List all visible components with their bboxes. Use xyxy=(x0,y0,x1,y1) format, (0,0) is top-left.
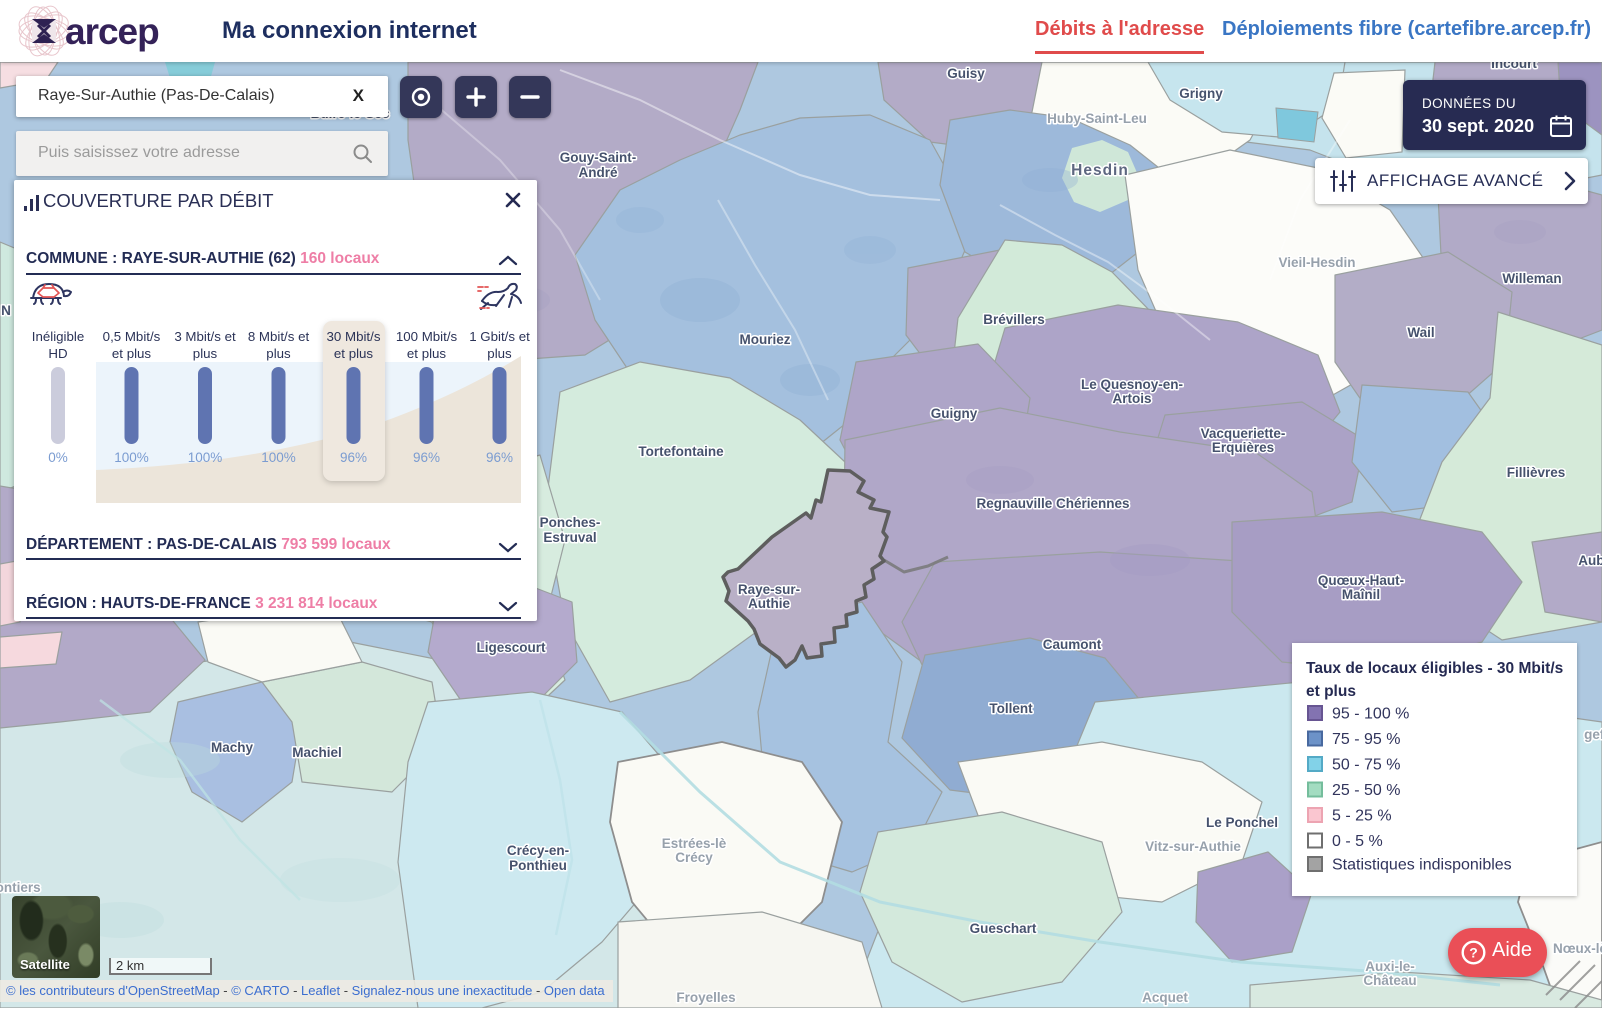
svg-text:Acquet: Acquet xyxy=(1142,990,1188,1005)
svg-text:HD: HD xyxy=(48,346,67,361)
svg-text:Machiel: Machiel xyxy=(292,745,342,760)
svg-text:Ligescourt: Ligescourt xyxy=(476,640,546,655)
svg-text:30 Mbit/s: 30 Mbit/s xyxy=(327,329,381,344)
svg-text:André: André xyxy=(578,165,617,180)
svg-text:Aubr: Aubr xyxy=(1578,553,1602,568)
svg-text:100 Mbit/s: 100 Mbit/s xyxy=(396,329,458,344)
svg-text:Froyelles: Froyelles xyxy=(676,990,735,1005)
svg-text:75 - 95 %: 75 - 95 % xyxy=(1332,731,1400,748)
svg-text:Château: Château xyxy=(1363,973,1416,988)
svg-text:100%: 100% xyxy=(261,450,296,465)
svg-text:Nœux-lè: Nœux-lè xyxy=(1553,941,1602,956)
svg-text:0%: 0% xyxy=(48,450,68,465)
svg-text:Vacqueriette-: Vacqueriette- xyxy=(1201,426,1286,441)
svg-text:50 - 75 %: 50 - 75 % xyxy=(1332,757,1400,774)
svg-text:plus: plus xyxy=(487,346,512,361)
svg-text:Caumont: Caumont xyxy=(1043,637,1102,652)
svg-text:Vieil-Hesdin: Vieil-Hesdin xyxy=(1278,255,1355,270)
svg-text:plus: plus xyxy=(266,346,291,361)
svg-text:100%: 100% xyxy=(114,450,149,465)
svg-text:Artois: Artois xyxy=(1112,391,1151,406)
svg-text:et plus: et plus xyxy=(334,346,374,361)
svg-text:Guigny: Guigny xyxy=(931,406,978,421)
svg-text:100%: 100% xyxy=(188,450,223,465)
svg-text:Quœux-Haut-: Quœux-Haut- xyxy=(1318,573,1404,588)
svg-text:Crécy-en-: Crécy-en- xyxy=(507,843,569,858)
svg-text:Gouy-Saint-: Gouy-Saint- xyxy=(560,150,637,165)
svg-text:Guisy: Guisy xyxy=(947,66,985,81)
svg-text:0 - 5 %: 0 - 5 % xyxy=(1332,833,1383,850)
svg-text:25 - 50 %: 25 - 50 % xyxy=(1332,782,1400,799)
svg-text:Le Quesnoy-en-: Le Quesnoy-en- xyxy=(1081,377,1183,392)
svg-text:96%: 96% xyxy=(413,450,440,465)
svg-text:Maînil: Maînil xyxy=(1342,587,1380,602)
svg-text:3 Mbit/s et: 3 Mbit/s et xyxy=(174,329,236,344)
svg-text:96%: 96% xyxy=(486,450,513,465)
svg-text:5 - 25 %: 5 - 25 % xyxy=(1332,808,1392,825)
svg-text:96%: 96% xyxy=(340,450,367,465)
svg-text:Tollent: Tollent xyxy=(989,701,1033,716)
svg-text:Tortefontaine: Tortefontaine xyxy=(638,444,724,459)
svg-text:Ponthieu: Ponthieu xyxy=(509,858,567,873)
svg-text:Auxi-le-: Auxi-le- xyxy=(1365,959,1415,974)
svg-text:Crécy: Crécy xyxy=(675,850,713,865)
svg-text:Fillièvres: Fillièvres xyxy=(1507,465,1566,480)
svg-text:Raye-sur-: Raye-sur- xyxy=(738,582,800,597)
svg-text:95 - 100 %: 95 - 100 % xyxy=(1332,706,1409,723)
svg-text:0,5 Mbit/s: 0,5 Mbit/s xyxy=(103,329,161,344)
svg-text:Huby-Saint-Leu: Huby-Saint-Leu xyxy=(1047,111,1147,126)
svg-text:Wail: Wail xyxy=(1407,325,1434,340)
svg-text:Gueschart: Gueschart xyxy=(970,921,1037,936)
svg-text:t-Montiers: t-Montiers xyxy=(0,880,41,895)
svg-text:Estruval: Estruval xyxy=(543,530,596,545)
svg-text:8 Mbit/s et: 8 Mbit/s et xyxy=(248,329,310,344)
svg-text:?: ? xyxy=(1469,945,1478,961)
svg-text:Mouriez: Mouriez xyxy=(739,332,790,347)
svg-text:Regnauville Chériennes: Regnauville Chériennes xyxy=(976,496,1129,511)
svg-text:Estrées-lè: Estrées-lè xyxy=(662,836,727,851)
svg-text:Vitz-sur-Authie: Vitz-sur-Authie xyxy=(1145,839,1241,854)
svg-text:Grigny: Grigny xyxy=(1179,86,1223,101)
svg-text:gefa: gefa xyxy=(1584,727,1602,742)
svg-text:Erquières: Erquières xyxy=(1212,440,1274,455)
svg-text:1 Gbit/s et: 1 Gbit/s et xyxy=(469,329,530,344)
svg-text:Willeman: Willeman xyxy=(1502,271,1561,286)
svg-text:Statistiques indisponibles: Statistiques indisponibles xyxy=(1332,857,1512,874)
svg-text:Le Ponchel: Le Ponchel xyxy=(1206,815,1278,830)
svg-text:arcep: arcep xyxy=(65,11,159,52)
svg-text:N: N xyxy=(1,303,11,318)
svg-text:et plus: et plus xyxy=(112,346,152,361)
svg-text:Ponches-: Ponches- xyxy=(540,515,601,530)
svg-text:et plus: et plus xyxy=(407,346,447,361)
svg-text:Authie: Authie xyxy=(748,596,790,611)
svg-text:Inéligible: Inéligible xyxy=(32,329,85,344)
svg-text:Brévillers: Brévillers xyxy=(983,312,1045,327)
svg-text:plus: plus xyxy=(193,346,218,361)
svg-text:Machy: Machy xyxy=(211,740,254,755)
svg-text:Hesdin: Hesdin xyxy=(1071,162,1129,179)
